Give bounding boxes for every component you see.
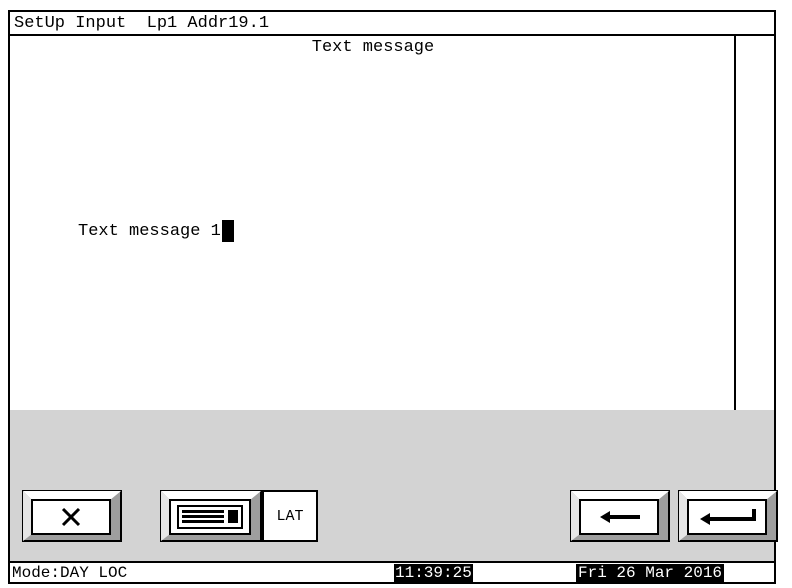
text-cursor	[221, 220, 234, 242]
keyboard-button-frame	[160, 490, 262, 542]
backspace-button-frame	[570, 490, 670, 542]
content-divider	[734, 36, 736, 410]
enter-button-frame	[678, 490, 778, 542]
device-screen: SetUp Input Lp1 Addr19.1 Text message Te…	[8, 10, 778, 584]
clock-time: 11:39:25	[394, 564, 473, 582]
title-bar: SetUp Input Lp1 Addr19.1	[10, 12, 774, 36]
text-message-value: Text message 1	[78, 221, 221, 241]
cancel-button[interactable]	[22, 490, 122, 542]
page-header: Text message	[311, 38, 435, 57]
keyboard-icon	[177, 505, 243, 529]
lat-label: LAT	[262, 490, 318, 542]
enter-button[interactable]	[678, 490, 778, 542]
keyboard-button[interactable]	[160, 490, 262, 542]
cancel-button-frame	[22, 490, 122, 542]
clock-date: Fri 26 Mar 2016	[576, 564, 725, 582]
backspace-button[interactable]	[570, 490, 670, 542]
lat-button[interactable]: LAT	[262, 490, 318, 542]
text-message-field[interactable]: Text message 1	[78, 220, 234, 242]
window-title: SetUp Input Lp1 Addr19.1	[14, 14, 270, 33]
mode-status: Mode:DAY LOC	[12, 564, 128, 582]
status-bar: Mode:DAY LOC 11:39:25 Fri 26 Mar 2016	[10, 561, 774, 582]
